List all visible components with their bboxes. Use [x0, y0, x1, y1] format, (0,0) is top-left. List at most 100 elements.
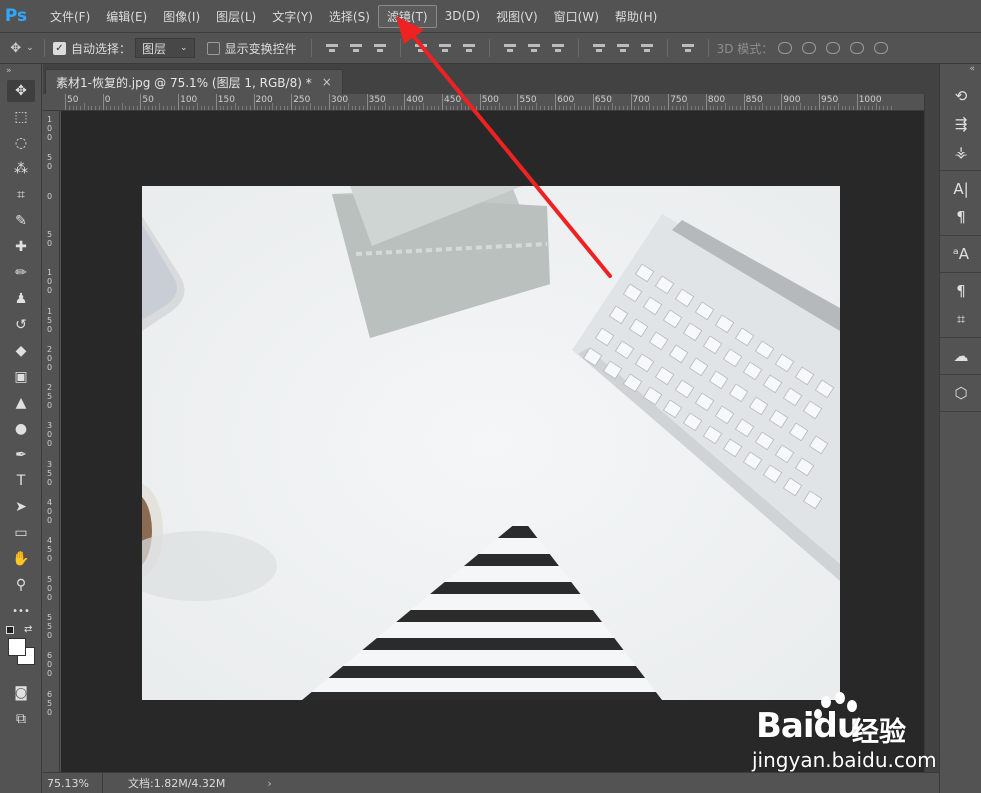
distribute-horizontal-center-icon[interactable] [616, 42, 629, 54]
align-vertical-center-icon[interactable] [349, 42, 362, 54]
vertical-scrollbar[interactable] [924, 94, 939, 772]
paragraph-styles-panel-icon[interactable]: ¶ [940, 277, 981, 305]
brush-tool-icon[interactable]: ✏ [0, 260, 42, 286]
gradient-tool-icon-glyph: ▣ [14, 369, 28, 385]
horizontal-ruler[interactable]: 50 0 50 100 150 200 250 300 350 400 450 500 550 600 65… [43, 94, 924, 111]
healing-brush-tool-icon[interactable]: ✚ [0, 234, 42, 260]
menu-3d[interactable]: 3D(D) [437, 7, 488, 25]
zoom-level-field[interactable]: 75.13% [43, 772, 103, 793]
distribute-bottom-icon[interactable] [551, 42, 564, 54]
ruler-label: 600 [46, 651, 54, 678]
auto-select-dropdown[interactable]: 图层 ⌄ [135, 38, 195, 58]
document-canvas[interactable] [142, 186, 840, 700]
ruler-label: 650 [594, 95, 612, 105]
menu-edit[interactable]: 编辑(E) [98, 6, 155, 27]
more-tools-icon[interactable]: ••• [0, 598, 42, 624]
ruler-minor-tick [521, 106, 523, 110]
menu-view[interactable]: 视图(V) [488, 6, 546, 27]
marquee-tool-icon[interactable]: ⬚ [0, 104, 42, 130]
distribute-right-icon[interactable] [640, 42, 653, 54]
crop-panel-icon[interactable]: ⌗ [940, 305, 981, 333]
creative-cloud-panel-icon[interactable]: ☁ [940, 342, 981, 370]
paragraph-panel-icon[interactable]: ¶ [940, 203, 981, 231]
expand-panels-icon[interactable]: « [940, 64, 981, 78]
align-right-icon[interactable] [462, 42, 475, 54]
align-horizontal-center-icon[interactable] [438, 42, 451, 54]
menu-select[interactable]: 选择(S) [321, 6, 378, 27]
ruler-minor-tick [204, 106, 206, 110]
ruler-label: 850 [745, 95, 763, 105]
crop-tool-icon[interactable]: ⌗ [0, 182, 42, 208]
history-panel-icon[interactable]: ⟲ [940, 82, 981, 110]
magic-wand-tool-icon[interactable]: ⁂ [0, 156, 42, 182]
menu-window[interactable]: 窗口(W) [546, 6, 607, 27]
hand-tool-icon[interactable]: ✋ [0, 546, 42, 572]
eraser-tool-icon[interactable]: ◆ [0, 338, 42, 364]
zoom-tool-icon[interactable]: ⚲ [0, 572, 42, 598]
ruler-minor-tick [641, 106, 643, 110]
ruler-minor-tick [849, 106, 851, 110]
menu-image[interactable]: 图像(I) [155, 6, 208, 27]
gradient-tool-icon[interactable]: ▣ [0, 364, 42, 390]
menu-layer[interactable]: 图层(L) [208, 6, 264, 27]
3d-panel-icon[interactable]: ⬡ [940, 379, 981, 407]
document-tab[interactable]: 素材1-恢复的.jpg @ 75.1% (图层 1, RGB/8) * × [45, 69, 343, 94]
status-menu-arrow-icon[interactable]: › [267, 777, 271, 790]
align-bottom-icon[interactable] [373, 42, 386, 54]
3d-orbit-icon[interactable] [778, 42, 793, 54]
ruler-minor-tick [596, 106, 598, 110]
move-tool-icon[interactable]: ✥ [0, 78, 42, 104]
foreground-color-swatch[interactable] [8, 638, 26, 656]
pen-tool-icon[interactable]: ✒ [0, 442, 42, 468]
distribute-vertical-center-icon[interactable] [527, 42, 540, 54]
right-panel-group: ⬡ [940, 375, 981, 412]
ruler-minor-tick [509, 106, 511, 110]
rectangle-tool-icon[interactable]: ▭ [0, 520, 42, 546]
menu-filter[interactable]: 滤镜(T) [377, 4, 437, 28]
lasso-tool-icon-glyph: ◌ [14, 135, 28, 151]
vertical-ruler[interactable]: 100 50 0 50 100 150 200 250 300 350 400 450 500 550 60… [43, 111, 60, 772]
ruler-minor-tick [87, 106, 89, 110]
3d-roll-icon[interactable] [802, 42, 817, 54]
character-panel-icon[interactable]: A| [940, 175, 981, 203]
clone-stamp-tool-icon[interactable]: ♟ [0, 286, 42, 312]
collapse-tools-icon[interactable]: » [0, 64, 41, 78]
right-panel-list: ⟲ ⇶ ⚶ A| ¶ ᵃA ¶ ⌗ ☁ ⬡ [940, 78, 981, 412]
swap-colors-icon[interactable]: ⇄ [24, 624, 32, 635]
brush-presets-panel-icon[interactable]: ⚶ [940, 138, 981, 166]
ruler-minor-tick [302, 106, 304, 110]
blur-tool-icon[interactable]: ▲ [0, 390, 42, 416]
eyedropper-tool-icon[interactable]: ✎ [0, 208, 42, 234]
canvas-photo [142, 186, 840, 700]
default-colors-icon[interactable] [6, 626, 14, 634]
canvas-workspace[interactable] [61, 111, 924, 772]
align-top-icon[interactable] [325, 42, 338, 54]
screen-mode-icon[interactable]: ⧉ [0, 706, 42, 732]
close-icon[interactable]: × [322, 75, 332, 89]
quick-mask-icon[interactable]: ◙ [0, 680, 42, 706]
history-brush-tool-icon[interactable]: ↺ [0, 312, 42, 338]
ruler-tick [442, 94, 443, 110]
move-tool-preset-icon[interactable]: ✥ ⌄ [8, 41, 36, 56]
distribute-top-icon[interactable] [503, 42, 516, 54]
show-transform-checkbox[interactable] [206, 41, 220, 55]
3d-pan-icon[interactable] [826, 42, 841, 54]
menu-file[interactable]: 文件(F) [42, 6, 98, 27]
distribute-left-icon[interactable] [592, 42, 605, 54]
adjustments-panel-icon[interactable]: ⇶ [940, 110, 981, 138]
menu-help[interactable]: 帮助(H) [607, 6, 665, 27]
ruler-minor-tick [558, 106, 560, 110]
3d-slide-icon[interactable] [850, 42, 865, 54]
align-left-icon[interactable] [414, 42, 427, 54]
auto-align-layers-icon[interactable] [681, 42, 694, 54]
type-tool-icon[interactable]: T [0, 468, 42, 494]
path-selection-tool-icon[interactable]: ➤ [0, 494, 42, 520]
auto-select-checkbox[interactable]: ✓ [53, 41, 66, 55]
ruler-tick [743, 94, 745, 110]
magic-wand-tool-icon-glyph: ⁂ [14, 161, 28, 177]
menu-type[interactable]: 文字(Y) [264, 6, 321, 27]
lasso-tool-icon[interactable]: ◌ [0, 130, 42, 156]
3d-scale-icon[interactable] [874, 42, 889, 54]
dodge-tool-icon[interactable]: ● [0, 416, 42, 442]
character-styles-panel-icon[interactable]: ᵃA [940, 240, 981, 268]
